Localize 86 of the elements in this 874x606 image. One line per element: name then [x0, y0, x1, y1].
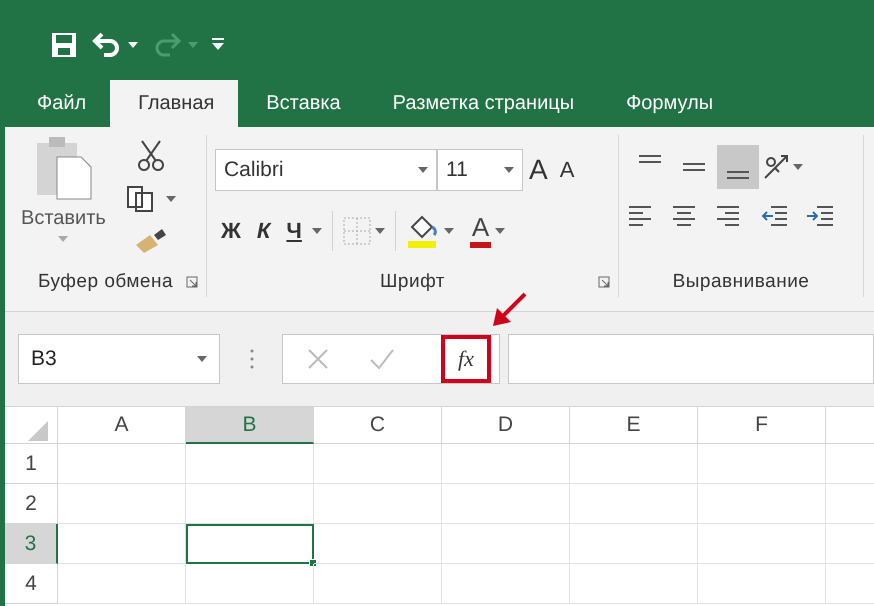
customize-menu-icon[interactable]: [212, 38, 224, 52]
sheet-cell[interactable]: [698, 444, 826, 484]
sheet-cell[interactable]: [570, 444, 698, 484]
align-right-icon[interactable]: [717, 203, 741, 227]
save-icon[interactable]: [50, 31, 78, 59]
sheet-cell[interactable]: [58, 444, 186, 484]
copy-icon[interactable]: [126, 185, 156, 213]
row-header[interactable]: 3: [5, 524, 58, 564]
active-cell[interactable]: [186, 524, 314, 564]
caret-icon[interactable]: [495, 228, 506, 234]
increase-indent-icon[interactable]: [807, 203, 833, 227]
name-box[interactable]: B3: [18, 334, 220, 384]
formula-input[interactable]: [508, 334, 874, 384]
column-header[interactable]: C: [314, 407, 442, 444]
sheet-cell[interactable]: [698, 564, 826, 604]
dialog-launcher-icon[interactable]: [186, 276, 198, 288]
sheet-cell[interactable]: [58, 564, 186, 604]
check-icon[interactable]: [369, 348, 395, 370]
sheet-cell[interactable]: [314, 524, 442, 564]
arrow-annotation: [493, 292, 526, 326]
align-center-icon[interactable]: [673, 203, 697, 227]
sheet-cell[interactable]: [570, 484, 698, 524]
decrease-font-size-button[interactable]: A: [554, 159, 580, 181]
sheet-cell[interactable]: [58, 484, 186, 524]
cancel-icon[interactable]: [307, 348, 329, 370]
sheet-cell[interactable]: [314, 564, 442, 604]
sheet-cell[interactable]: [442, 524, 570, 564]
font-size-dropdown[interactable]: 11: [437, 149, 523, 191]
caret-icon[interactable]: [504, 167, 514, 173]
sheet-cell[interactable]: [698, 484, 826, 524]
ribbon-tab[interactable]: Разметка страницы: [364, 80, 598, 127]
dialog-launcher-icon[interactable]: [598, 276, 610, 288]
sheet-cell[interactable]: [58, 524, 186, 564]
sheet-cell[interactable]: [570, 524, 698, 564]
caret-icon[interactable]: [197, 356, 207, 362]
group-label: Шрифт: [380, 271, 445, 293]
sheet-cell[interactable]: [570, 564, 698, 604]
row-header[interactable]: 1: [5, 444, 58, 484]
caret-icon[interactable]: [128, 42, 138, 48]
sheet-cell[interactable]: [314, 444, 442, 484]
fill-color-icon[interactable]: [406, 213, 440, 249]
caret-icon[interactable]: [793, 164, 803, 170]
ribbon-tab[interactable]: Файл: [23, 80, 110, 127]
ribbon-tab[interactable]: Вставка: [238, 80, 365, 127]
sheet-cell[interactable]: [442, 564, 570, 604]
ribbon-tab[interactable]: Формулы: [598, 80, 738, 127]
sheet-cell[interactable]: [442, 444, 570, 484]
sheet-cell[interactable]: [698, 524, 826, 564]
column-header[interactable]: D: [442, 407, 570, 444]
column-header[interactable]: B: [186, 407, 314, 444]
scissors-icon[interactable]: [136, 139, 166, 171]
row-header[interactable]: 2: [5, 484, 58, 524]
column-header[interactable]: A: [58, 407, 186, 444]
row-header[interactable]: 4: [5, 564, 58, 604]
select-all-corner[interactable]: [5, 407, 58, 444]
paste-label[interactable]: Вставить: [21, 207, 106, 230]
undo-icon[interactable]: [92, 32, 122, 58]
column-header[interactable]: E: [570, 407, 698, 444]
italic-button[interactable]: К: [250, 220, 276, 242]
font-name-dropdown[interactable]: Calibri: [215, 149, 437, 191]
align-left-icon[interactable]: [629, 203, 653, 227]
fill-handle[interactable]: [309, 559, 317, 567]
sheet-cell[interactable]: [186, 444, 314, 484]
decrease-indent-icon[interactable]: [761, 203, 787, 227]
column-header[interactable]: F: [698, 407, 826, 444]
sheet-cell[interactable]: [186, 484, 314, 524]
caret-icon[interactable]: [444, 228, 454, 234]
caret-icon[interactable]: [312, 228, 322, 234]
bold-button[interactable]: Ж: [215, 220, 247, 242]
insert-function-button[interactable]: fx: [441, 335, 491, 383]
font-color-button[interactable]: A: [470, 214, 492, 248]
increase-font-size-button[interactable]: A: [523, 156, 554, 184]
caret-icon[interactable]: [374, 228, 385, 234]
sheet-cell[interactable]: [186, 564, 314, 604]
vertical-align-button[interactable]: [717, 145, 759, 189]
corner-triangle-icon[interactable]: [28, 421, 48, 441]
sheet-cell[interactable]: [314, 484, 442, 524]
group-label: Буфер обмена: [38, 271, 174, 293]
caret-icon[interactable]: [418, 167, 428, 173]
drag-handle-icon[interactable]: [250, 349, 254, 369]
sheet-cell[interactable]: [442, 484, 570, 524]
group-label: Выравнивание: [672, 271, 810, 293]
brush-icon[interactable]: [134, 227, 168, 255]
underline-button[interactable]: Ч: [280, 220, 308, 242]
caret-icon[interactable]: [166, 196, 176, 202]
ribbon-tab[interactable]: Главная: [110, 80, 238, 127]
